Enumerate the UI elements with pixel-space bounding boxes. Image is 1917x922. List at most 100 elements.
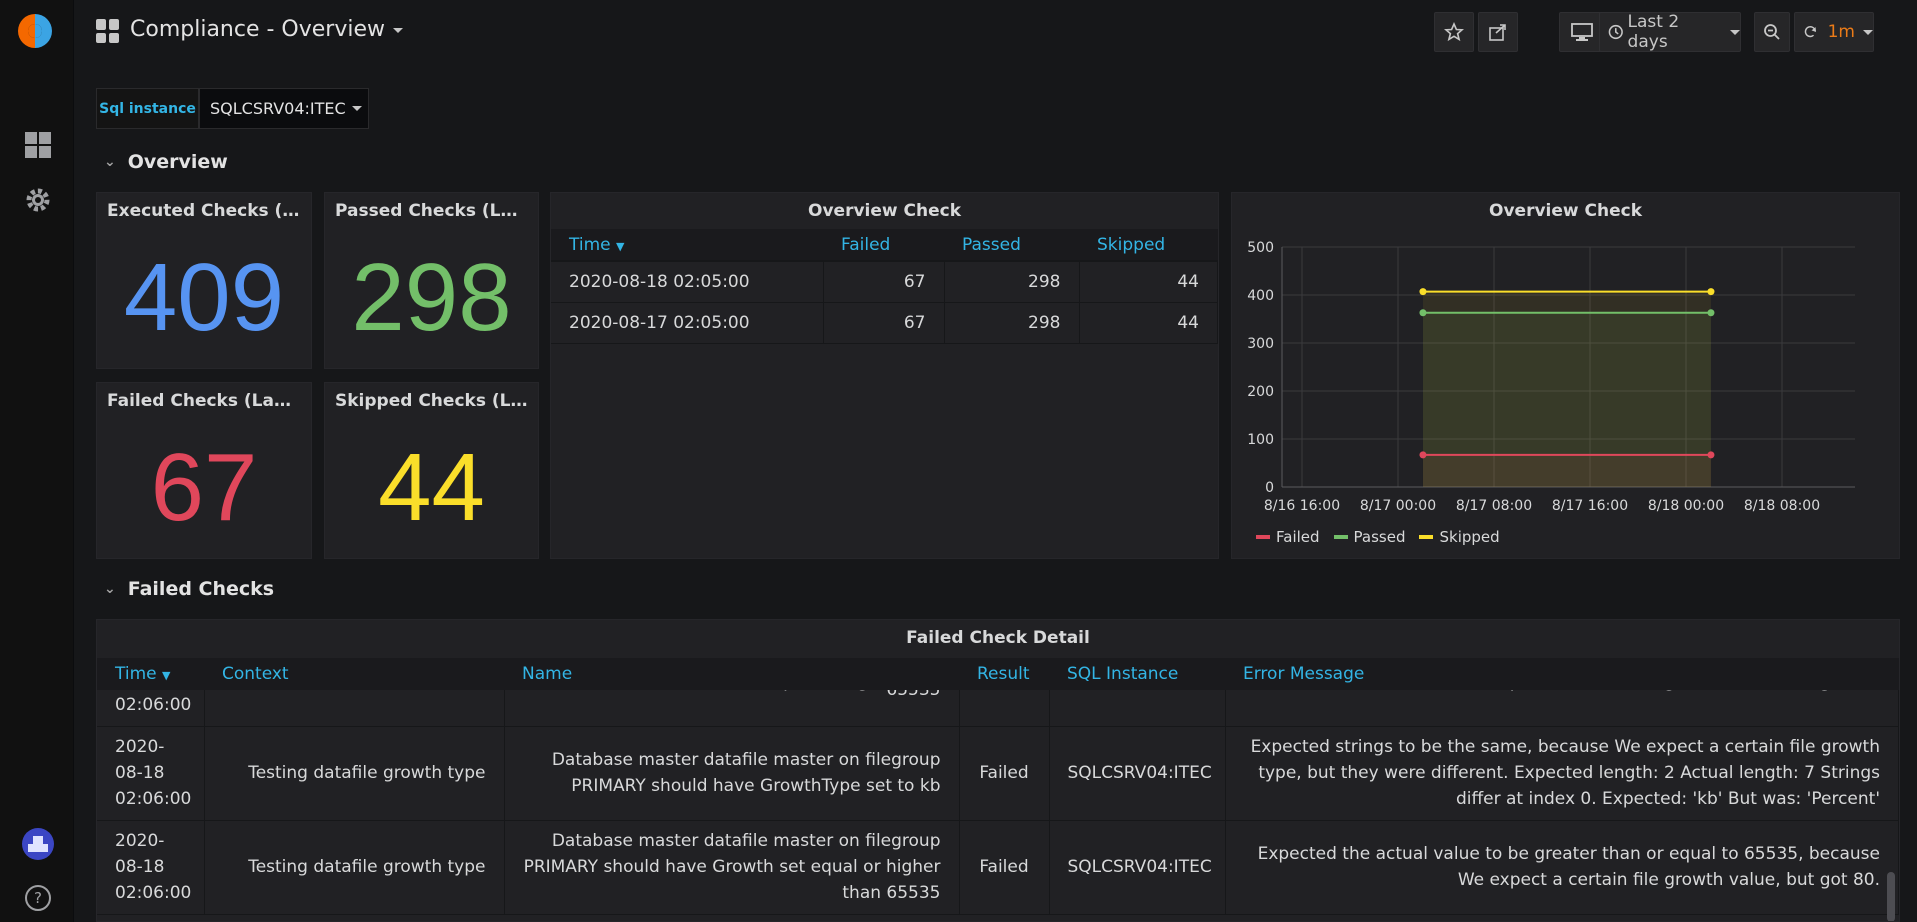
- y-tick-label: 0: [1265, 480, 1274, 496]
- svg-text:?: ?: [34, 889, 42, 907]
- gear-icon[interactable]: [22, 184, 54, 216]
- column-header-time[interactable]: Time ▼: [97, 658, 204, 690]
- time-range-label: Last 2 days: [1627, 12, 1680, 52]
- column-header-result[interactable]: Result: [959, 658, 1049, 690]
- variable-label: Sql instance: [96, 88, 199, 129]
- cell-error: expect a certain file growth value, but …: [1225, 690, 1899, 727]
- failed-table-scroll[interactable]: Time ▼ Context Name Result SQL Instance …: [97, 658, 1899, 921]
- legend-label: Passed: [1353, 528, 1406, 546]
- share-button[interactable]: [1478, 12, 1518, 52]
- dashboard-title[interactable]: Compliance - Overview: [130, 17, 403, 42]
- user-avatar-icon[interactable]: [22, 828, 54, 860]
- chart-legend: Failed Passed Skipped: [1256, 528, 1500, 546]
- star-button[interactable]: [1434, 12, 1474, 52]
- cell-error-text: expect a certain file growth value, but …: [1244, 690, 1880, 698]
- column-header-passed[interactable]: Passed: [944, 229, 1079, 262]
- column-header-sql-instance[interactable]: SQL Instance: [1049, 658, 1225, 690]
- cell-result: [959, 690, 1050, 727]
- column-header-failed[interactable]: Failed: [823, 229, 944, 262]
- data-point-skipped: [1419, 288, 1427, 296]
- y-tick-label: 200: [1247, 384, 1274, 400]
- failed-check-detail-panel: Failed Check Detail Time ▼ Context Name …: [96, 619, 1900, 922]
- chevron-down-icon: [1730, 29, 1740, 35]
- y-tick-label: 300: [1247, 336, 1274, 352]
- x-tick-label: 8/17 00:00: [1360, 498, 1436, 514]
- grafana-logo-icon[interactable]: [16, 12, 54, 50]
- panel-title: Failed Checks (Last...: [107, 391, 311, 411]
- cell-instance: SQLCSRV04:ITEC: [1049, 820, 1226, 915]
- executed-checks-panel: Executed Checks (L... 409: [96, 192, 312, 369]
- column-header-context[interactable]: Context: [204, 658, 504, 690]
- legend-item-passed[interactable]: Passed: [1333, 528, 1406, 546]
- cell-failed: 67: [823, 302, 945, 344]
- data-point-failed: [1707, 451, 1715, 459]
- failed-checks-body: 02:06:00 should have Growth set equal or…: [97, 690, 1899, 915]
- sort-desc-icon: ▼: [616, 239, 625, 253]
- share-icon: [1489, 24, 1506, 41]
- top-navbar: Compliance - Overview Last 2 days 1m: [74, 0, 1917, 64]
- data-point-passed: [1419, 309, 1427, 317]
- zoom-out-icon: [1764, 24, 1780, 40]
- overview-graph-panel: Overview Check 500 400 300 200 100 0 8/16 16:0…: [1231, 192, 1900, 559]
- time-range-picker[interactable]: Last 2 days: [1599, 12, 1741, 52]
- cell-error: Expected strings to be the same, because…: [1225, 726, 1899, 821]
- sidebar: ?: [0, 0, 74, 922]
- x-tick-label: 8/17 16:00: [1552, 498, 1628, 514]
- table-row: 02:06:00 should have Growth set equal or…: [97, 690, 1899, 727]
- column-header-error-message[interactable]: Error Message: [1225, 658, 1899, 690]
- cell-time: 2020-08-18 02:05:00: [551, 261, 824, 303]
- refresh-icon: [1804, 26, 1816, 38]
- panel-title: Passed Checks (La...: [335, 201, 532, 221]
- failed-checks-table: Time ▼ Context Name Result SQL Instance …: [97, 658, 1899, 690]
- monitor-icon: [1571, 23, 1593, 41]
- overview-line-chart[interactable]: 500 400 300 200 100 0 8/16 16:00 8/17 00:00 8/17…: [1232, 193, 1900, 559]
- cell-name: Database master datafile master on fileg…: [504, 726, 960, 821]
- table-row: 2020-08-18 02:06:00 Testing datafile gro…: [97, 726, 1899, 821]
- data-point-failed: [1419, 451, 1427, 459]
- zoom-out-button[interactable]: [1754, 12, 1790, 52]
- help-icon[interactable]: ?: [22, 882, 54, 914]
- failed-checks-panel: Failed Checks (Last... 67: [96, 382, 312, 559]
- table-row: 2020-08-18 02:06:00 Testing datafile gro…: [97, 820, 1899, 915]
- data-point-skipped: [1707, 288, 1715, 296]
- panel-title: Failed Check Detail: [906, 628, 1090, 648]
- y-tick-label: 400: [1247, 288, 1274, 304]
- cell-error: Expected the actual value to be greater …: [1225, 820, 1899, 915]
- data-point-passed: [1707, 309, 1715, 317]
- cell-name: should have Growth set equal or higher t…: [504, 690, 960, 727]
- x-tick-label: 8/16 16:00: [1264, 498, 1340, 514]
- cell-skipped: 44: [1079, 302, 1218, 344]
- table-scrollbar[interactable]: [1887, 872, 1895, 921]
- legend-swatch: [1333, 535, 1348, 539]
- sort-desc-icon: ▼: [162, 669, 171, 682]
- legend-item-skipped[interactable]: Skipped: [1419, 528, 1500, 546]
- refresh-picker[interactable]: 1m: [1794, 12, 1874, 52]
- legend-item-failed[interactable]: Failed: [1256, 528, 1320, 546]
- cell-time: 2020-08-17 02:05:00: [551, 302, 824, 344]
- cell-context: Testing datafile growth type: [204, 726, 505, 821]
- x-tick-label: 8/18 08:00: [1744, 498, 1820, 514]
- row-overview-title: Overview: [127, 151, 228, 173]
- column-header-time[interactable]: Time ▼: [551, 229, 823, 262]
- cell-passed: 298: [944, 261, 1080, 303]
- panel-title: Skipped Checks (La...: [335, 391, 538, 411]
- row-failed-checks[interactable]: ⌄ Failed Checks: [104, 578, 274, 600]
- cell-context: [204, 690, 505, 727]
- variable-value: SQLCSRV04:ITEC: [210, 99, 346, 118]
- column-header-skipped[interactable]: Skipped: [1079, 229, 1218, 262]
- column-header-name[interactable]: Name: [504, 658, 959, 690]
- y-tick-label: 500: [1247, 240, 1274, 256]
- executed-checks-value: 409: [123, 244, 285, 351]
- series-area-skipped: [1422, 291, 1711, 487]
- dashboards-icon[interactable]: [22, 129, 54, 161]
- x-tick-label: 8/18 00:00: [1648, 498, 1724, 514]
- refresh-interval: 1m: [1827, 22, 1855, 42]
- chevron-down-icon: ⌄: [104, 581, 116, 597]
- legend-label: Skipped: [1439, 528, 1500, 546]
- sql-instance-select[interactable]: SQLCSRV04:ITEC: [199, 88, 369, 129]
- cell-result: Failed: [959, 820, 1050, 915]
- panel-title: Executed Checks (L...: [107, 201, 311, 221]
- row-overview[interactable]: ⌄ Overview: [104, 151, 228, 173]
- chevron-down-icon: ⌄: [104, 154, 116, 170]
- legend-swatch: [1256, 535, 1270, 539]
